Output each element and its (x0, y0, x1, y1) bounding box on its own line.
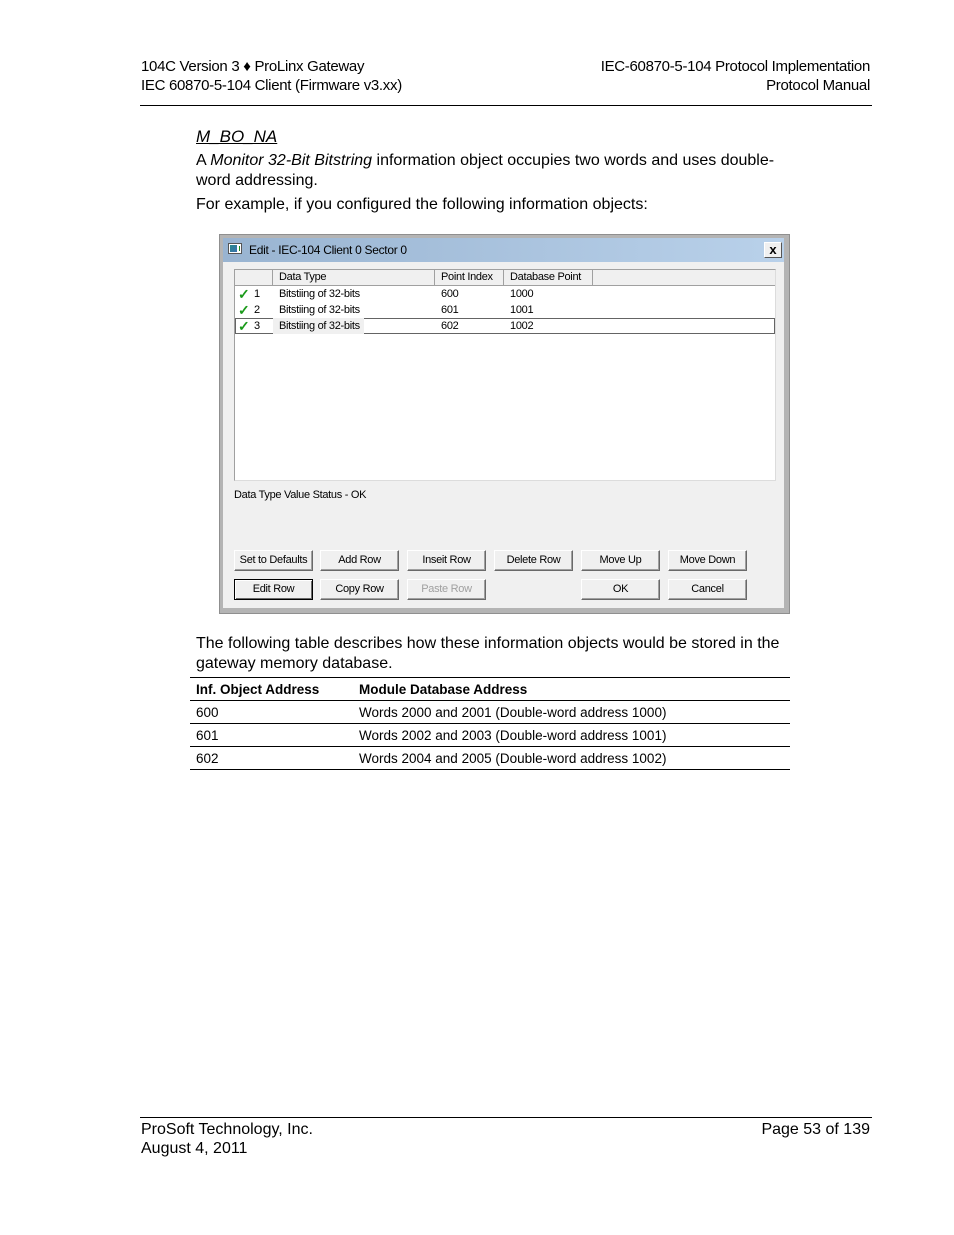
footer-divider (140, 1117, 872, 1118)
table-description: The following table describes how these … (196, 635, 780, 672)
cell-module-database-address: Words 2000 and 2001 (Double-word address… (353, 700, 790, 724)
row-point-index: 601 (441, 304, 459, 316)
add-row-button[interactable]: Add Row (320, 550, 399, 571)
checkmark-icon: ✓ (238, 318, 250, 334)
column-header-point-index[interactable]: Point Index (435, 270, 504, 285)
list-row[interactable]: ✓ 1 Bitstiing of 32-bits 600 1000 (235, 286, 775, 302)
row-database-point: 1000 (510, 288, 534, 300)
header-product: 104C Version 3 ♦ ProLinx Gateway (141, 58, 365, 75)
cell-inf-object-address: 600 (190, 700, 353, 724)
header-inf-object-address: Inf. Object Address (190, 677, 353, 701)
column-header-database-point[interactable]: Database Point (504, 270, 593, 285)
checkmark-icon: ✓ (238, 286, 250, 302)
header-module-database-address: Module Database Address (353, 677, 790, 701)
row-data-type: Bitstiing of 32-bits (279, 304, 360, 316)
edit-row-button[interactable]: Edit Row (234, 579, 313, 600)
intro-prefix: A (196, 152, 211, 169)
row-database-point: 1001 (510, 304, 534, 316)
row-database-point: 1002 (510, 320, 534, 332)
cell-inf-object-address: 601 (190, 723, 353, 747)
section-title: M_BO_NA (196, 127, 278, 146)
checkmark-icon: ✓ (238, 302, 250, 318)
intro-object-name: Monitor 32-Bit Bitstring (210, 152, 373, 169)
cell-module-database-address: Words 2002 and 2003 (Double-word address… (353, 723, 790, 747)
list-row-selected[interactable]: ✓ 3 Bitstiing of 32-bits 602 1002 (235, 318, 775, 334)
column-header-index[interactable] (235, 270, 273, 285)
page-header-right: IEC-60870-5-104 Protocol Implementation … (600, 57, 871, 95)
row-point-index: 600 (441, 288, 459, 300)
status-text: Data Type Value Status - OK (234, 489, 367, 501)
row-number: 1 (254, 288, 260, 300)
row-data-type: Bitstiing of 32-bits (279, 288, 360, 300)
list-row[interactable]: ✓ 2 Bitstiing of 32-bits 601 1001 (235, 302, 775, 318)
header-manual: Protocol Manual (766, 77, 870, 94)
column-header-data-type[interactable]: Data Type (273, 270, 435, 285)
insert-row-button[interactable]: Inseit Row (407, 550, 486, 571)
address-table: Inf. Object Address Module Database Addr… (190, 677, 790, 770)
paste-row-button: Paste Row (407, 579, 486, 600)
footer-company: ProSoft Technology, Inc. (141, 1121, 313, 1138)
header-divider (140, 105, 872, 106)
row-data-type: Bitstiing of 32-bits (273, 318, 364, 334)
table-row: 602 Words 2004 and 2005 (Double-word add… (190, 746, 790, 770)
row-number: 2 (254, 304, 260, 316)
row-number: 3 (254, 320, 260, 332)
example-paragraph: For example, if you configured the follo… (196, 196, 648, 213)
dialog-titlebar[interactable]: Edit - IEC-104 Client 0 Sector 0 x (223, 238, 784, 262)
header-firmware: IEC 60870-5-104 Client (Firmware v3.xx) (141, 77, 402, 94)
table-row: 601 Words 2002 and 2003 (Double-word add… (190, 723, 790, 747)
table-header-row: Inf. Object Address Module Database Addr… (190, 677, 790, 701)
close-button[interactable]: x (764, 242, 782, 258)
close-icon: x (769, 242, 777, 257)
page-footer-left: ProSoft Technology, Inc. August 4, 2011 (141, 1120, 313, 1158)
footer-date: August 4, 2011 (141, 1140, 248, 1157)
cancel-button[interactable]: Cancel (668, 579, 747, 600)
list-header: Data Type Point Index Database Point (235, 270, 775, 286)
move-down-button[interactable]: Move Down (668, 550, 747, 571)
set-to-defaults-button[interactable]: Set to Defaults (234, 550, 313, 571)
copy-row-button[interactable]: Copy Row (320, 579, 399, 600)
ok-button[interactable]: OK (581, 579, 660, 600)
app-icon (228, 243, 242, 254)
delete-row-button[interactable]: Delete Row (494, 550, 573, 571)
dialog-title: Edit - IEC-104 Client 0 Sector 0 (249, 243, 407, 257)
edit-dialog: Edit - IEC-104 Client 0 Sector 0 x Data … (223, 238, 784, 608)
page-header-left: 104C Version 3 ♦ ProLinx Gateway IEC 608… (141, 57, 402, 95)
row-point-index: 602 (441, 320, 459, 332)
cell-module-database-address: Words 2004 and 2005 (Double-word address… (353, 746, 790, 770)
page-number: Page 53 of 139 (761, 1121, 870, 1138)
intro-paragraph: A Monitor 32-Bit Bitstring information o… (196, 151, 796, 191)
move-up-button[interactable]: Move Up (581, 550, 660, 571)
table-row: 600 Words 2000 and 2001 (Double-word add… (190, 700, 790, 724)
points-list[interactable]: Data Type Point Index Database Point ✓ 1… (234, 269, 776, 481)
cell-inf-object-address: 602 (190, 746, 353, 770)
header-implementation: IEC-60870-5-104 Protocol Implementation (600, 58, 871, 75)
